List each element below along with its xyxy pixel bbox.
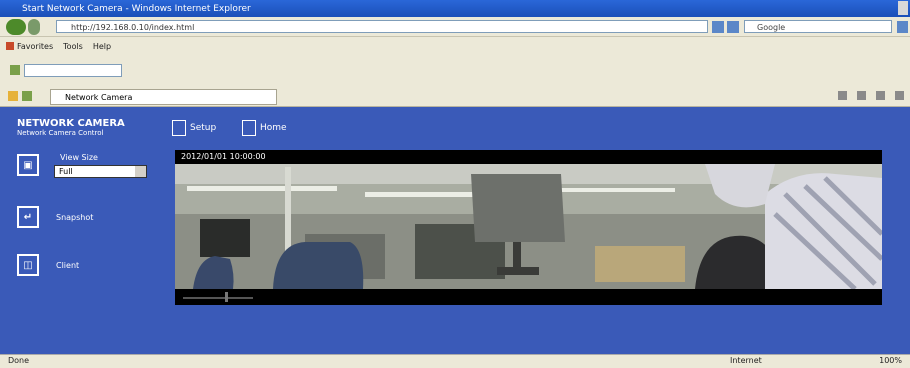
refresh-button[interactable] (712, 21, 724, 33)
window-controls[interactable] (898, 1, 908, 15)
zoom-level[interactable]: 100% (879, 355, 902, 367)
brand: NETWORK CAMERA Network Camera Control (17, 118, 125, 137)
view-size-select[interactable]: Full (54, 165, 147, 178)
address-toolbar: http://192.168.0.10/index.html Google (0, 17, 910, 37)
window-title: Start Network Camera - Windows Internet … (22, 3, 251, 14)
favorites-icon (6, 42, 14, 50)
live-video[interactable]: 2012/01/01 10:00:00 (175, 150, 882, 305)
favorites-star-icon[interactable] (8, 90, 18, 101)
tools-icon[interactable] (895, 91, 904, 100)
view-size-value: Full (59, 167, 73, 176)
snapshot-label[interactable]: Snapshot (56, 213, 93, 222)
camera-page: NETWORK CAMERA Network Camera Control Se… (0, 108, 910, 354)
status-text: Done (8, 356, 30, 365)
view-size-icon: ▣ (17, 154, 39, 176)
stop-button[interactable] (727, 21, 739, 33)
print-icon[interactable] (876, 91, 885, 100)
brand-subtitle: Network Camera Control (17, 129, 104, 137)
menu-item-help[interactable]: Help (93, 42, 111, 51)
status-bar: Done Internet 100% (0, 354, 910, 368)
feeds-icon[interactable] (857, 91, 866, 100)
status-zone: Internet (730, 356, 762, 365)
search-toolbar (0, 55, 910, 85)
address-input[interactable]: http://192.168.0.10/index.html (56, 20, 708, 33)
toolbar-logo-icon (10, 65, 20, 75)
snapshot-icon[interactable]: ↵ (17, 206, 39, 228)
back-button[interactable] (6, 18, 26, 35)
toolbar-search-field[interactable] (24, 63, 122, 77)
forward-button[interactable] (28, 18, 40, 35)
video-timestamp: 2012/01/01 10:00:00 (181, 152, 266, 161)
client-icon[interactable]: ◫ (17, 254, 39, 276)
menu-item-favorites[interactable]: Favorites (17, 42, 53, 51)
home-label: Home (260, 123, 287, 133)
camera-image (175, 164, 882, 305)
client-label[interactable]: Client (56, 261, 79, 270)
house-icon (242, 120, 256, 136)
search-input[interactable]: Google (744, 20, 892, 33)
tab-network-camera[interactable]: Network Camera (50, 89, 277, 105)
setup-label: Setup (190, 123, 217, 133)
home-icon[interactable] (838, 91, 847, 100)
chevron-down-icon[interactable] (135, 166, 146, 177)
menu-bar: Favorites Tools Help (0, 37, 910, 55)
window-titlebar: Start Network Camera - Windows Internet … (0, 0, 910, 17)
command-bar (838, 91, 904, 100)
search-icon[interactable] (897, 21, 908, 33)
home-link[interactable]: Home (242, 120, 287, 136)
tab-bar: Network Camera (0, 85, 910, 107)
setup-link[interactable]: Setup (172, 120, 216, 136)
setup-icon (172, 120, 186, 136)
view-size-label: View Size (60, 153, 98, 162)
add-favorite-icon[interactable] (22, 90, 32, 101)
brand-title: NETWORK CAMERA (17, 118, 125, 129)
menu-item-tools[interactable]: Tools (63, 42, 83, 51)
